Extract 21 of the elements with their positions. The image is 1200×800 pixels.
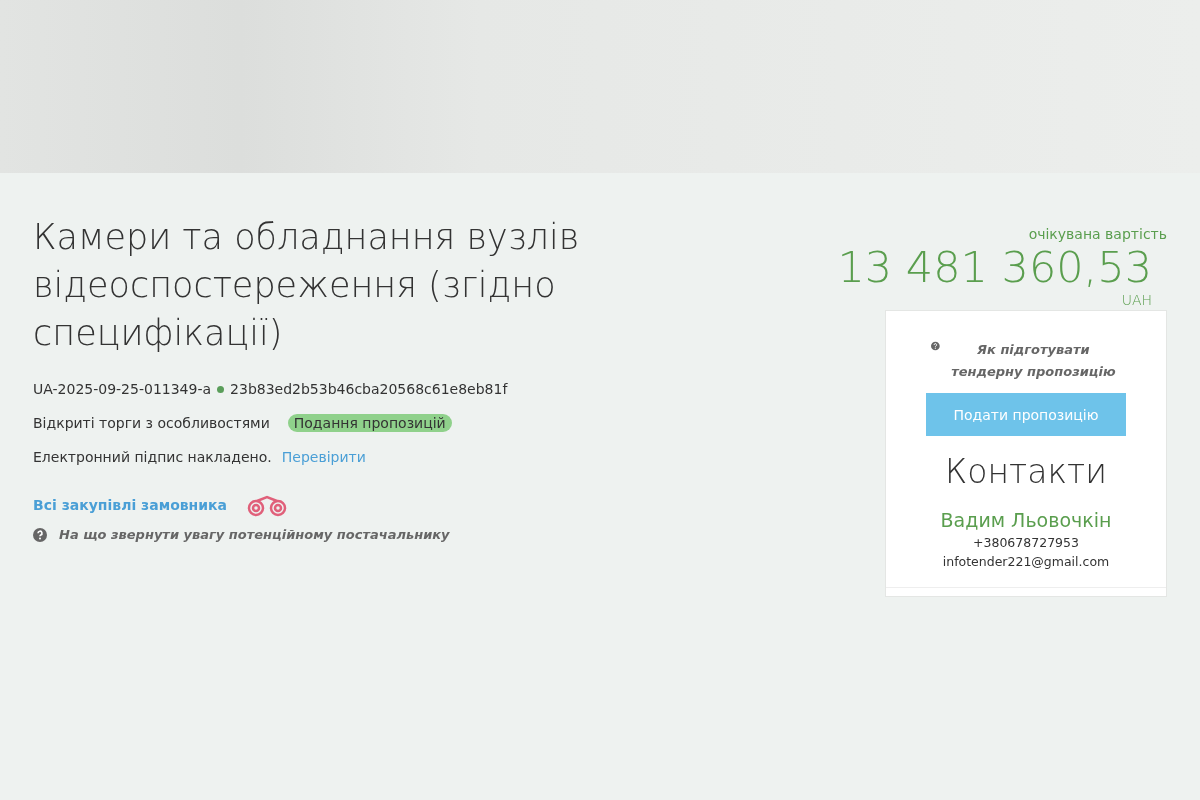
procedure-type: Відкриті торги з особливостями bbox=[33, 415, 270, 431]
help-icon bbox=[931, 339, 940, 353]
submit-bid-button[interactable]: Подати пропозицію bbox=[926, 393, 1126, 436]
tender-hash: 23b83ed2b53b46cba20568c61e8eb81f bbox=[230, 381, 508, 397]
signature-text: Електронний підпис накладено. bbox=[33, 449, 272, 465]
customer-purchases-link[interactable]: Всі закупівлі замовника bbox=[33, 497, 228, 513]
dot-icon bbox=[217, 385, 225, 393]
currency: UAH bbox=[1121, 292, 1152, 308]
contact-name: Вадим Льовочкін bbox=[940, 509, 1112, 531]
price-amount: 13 481 360,53 bbox=[837, 242, 1152, 292]
tender-id: UA-2025-09-25-011349-a bbox=[33, 381, 212, 397]
supplier-hint-link[interactable]: На що звернути увагу потенційному постачальнику bbox=[59, 527, 450, 542]
tender-title: Камери та обладнання вузлів відеоспостереження (згідно специфікації) bbox=[33, 216, 581, 355]
contact-email: infotender221@gmail.com bbox=[942, 554, 1110, 569]
contacts-heading: Контакти bbox=[945, 452, 1107, 491]
verify-link[interactable]: Перевірити bbox=[281, 449, 366, 465]
help-icon bbox=[33, 527, 47, 542]
help-link[interactable]: Як підготувати тендерну пропозицію bbox=[945, 339, 1121, 383]
contact-phone: +380678727953 bbox=[973, 535, 1079, 550]
price-label: очікувана вартість bbox=[1028, 226, 1167, 242]
status-badge: Подання пропозицій bbox=[287, 414, 452, 432]
